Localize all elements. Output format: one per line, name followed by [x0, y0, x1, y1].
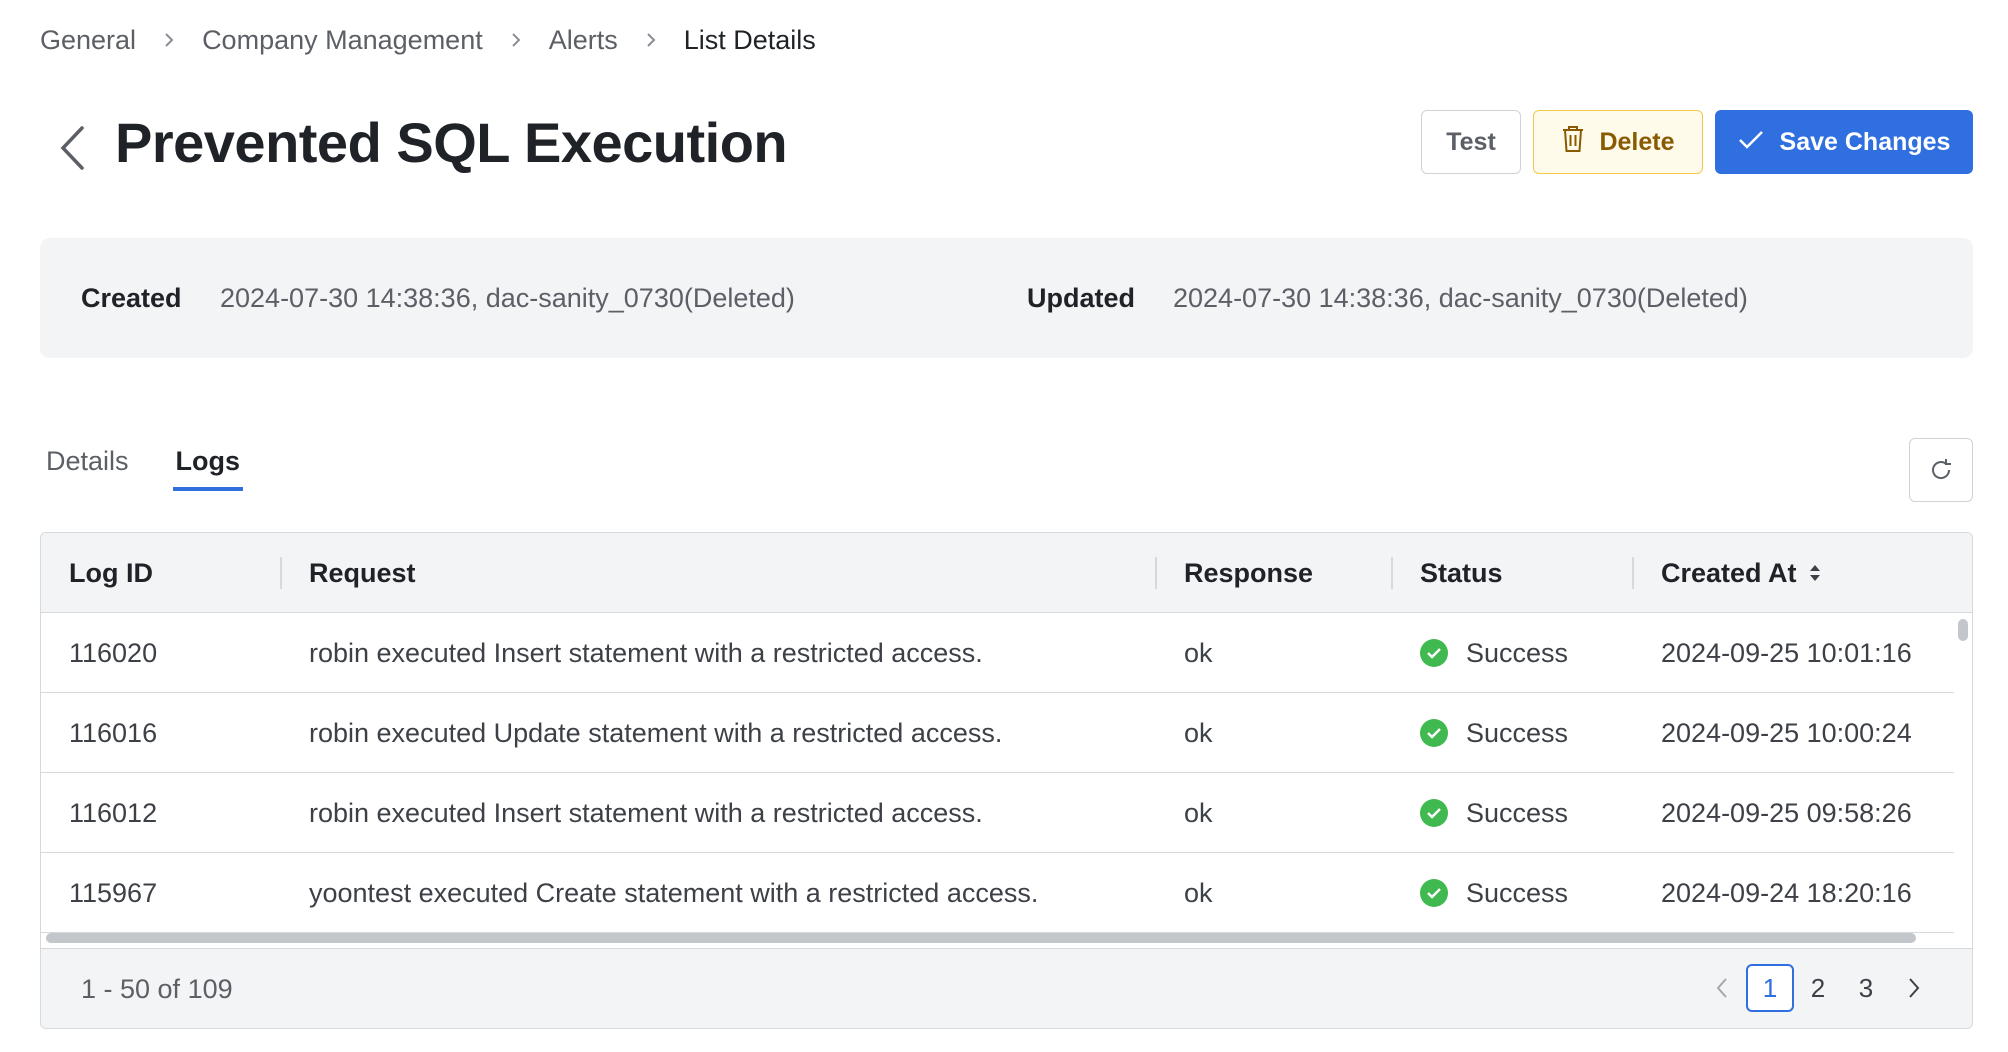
test-button[interactable]: Test: [1421, 110, 1521, 174]
success-check-icon: [1420, 639, 1448, 667]
page-button-1[interactable]: 1: [1746, 964, 1794, 1012]
vertical-scrollbar[interactable]: [1954, 613, 1972, 945]
chevron-left-icon: [1716, 978, 1727, 998]
cell-created-at: 2024-09-24 18:20:16: [1661, 877, 1912, 908]
sort-icon: [1809, 565, 1820, 581]
cell-log-id: 116016: [69, 717, 158, 748]
updated-label: Updated: [1027, 282, 1135, 313]
column-header-status: Status: [1420, 557, 1503, 588]
column-header-request: Request: [309, 557, 416, 588]
column-divider[interactable]: [1155, 557, 1157, 589]
previous-page-button[interactable]: [1698, 964, 1746, 1012]
success-check-icon: [1420, 799, 1448, 827]
page-button-2[interactable]: 2: [1794, 964, 1842, 1012]
table-row[interactable]: 116020 robin executed Insert statement wi…: [41, 613, 1956, 693]
chevron-right-icon: [509, 31, 523, 49]
created-label: Created: [81, 282, 182, 313]
cell-status: Success: [1420, 693, 1568, 773]
cell-status: Success: [1420, 773, 1568, 853]
cell-request: robin executed Insert statement with a r…: [309, 797, 983, 828]
status-text: Success: [1466, 797, 1569, 828]
page-button-3[interactable]: 3: [1842, 964, 1890, 1012]
trash-icon: [1561, 125, 1585, 160]
next-page-button[interactable]: [1890, 964, 1938, 1012]
breadcrumb-item-company-management[interactable]: Company Management: [202, 25, 483, 56]
refresh-button[interactable]: [1909, 438, 1973, 502]
cell-response: ok: [1184, 877, 1213, 908]
status-text: Success: [1466, 717, 1569, 748]
tab-details[interactable]: Details: [46, 446, 129, 491]
save-changes-button-label: Save Changes: [1779, 127, 1951, 156]
tab-bar: Details Logs: [46, 446, 244, 491]
page-title: Prevented SQL Execution: [115, 111, 788, 174]
cell-response: ok: [1184, 637, 1213, 668]
breadcrumb: General Company Management Alerts List D…: [40, 20, 816, 60]
success-check-icon: [1420, 719, 1448, 747]
cell-response: ok: [1184, 717, 1213, 748]
delete-button[interactable]: Delete: [1533, 110, 1703, 174]
column-divider[interactable]: [1632, 557, 1634, 589]
chevron-left-icon: [60, 126, 84, 170]
header-actions: Test Delete Save Changes: [1421, 110, 1973, 174]
chevron-right-icon: [644, 31, 658, 49]
back-button[interactable]: [52, 120, 92, 176]
refresh-icon: [1932, 459, 1951, 479]
updated-value: 2024-07-30 14:38:36, dac-sanity_0730(Del…: [1173, 282, 1748, 313]
table-row[interactable]: 116016 robin executed Update statement wi…: [41, 693, 1956, 773]
column-header-created-at[interactable]: Created At: [1661, 533, 1821, 613]
pagination-range: 1 - 50 of 109: [81, 973, 233, 1004]
delete-button-label: Delete: [1599, 127, 1675, 156]
column-header-log-id: Log ID: [69, 557, 153, 588]
cell-created-at: 2024-09-25 09:58:26: [1661, 797, 1912, 828]
cell-status: Success: [1420, 613, 1568, 693]
cell-log-id: 116012: [69, 797, 158, 828]
check-icon: [1738, 128, 1764, 157]
column-header-created-at-label: Created At: [1661, 557, 1797, 588]
cell-status: Success: [1420, 853, 1568, 933]
meta-info-panel: Created 2024-07-30 14:38:36, dac-sanity_…: [40, 238, 1973, 358]
success-check-icon: [1420, 879, 1448, 907]
cell-created-at: 2024-09-25 10:00:24: [1661, 717, 1912, 748]
cell-log-id: 116020: [69, 637, 158, 668]
cell-request: yoontest executed Create statement with …: [309, 877, 1039, 908]
cell-request: robin executed Insert statement with a r…: [309, 637, 983, 668]
status-text: Success: [1466, 877, 1569, 908]
cell-response: ok: [1184, 797, 1213, 828]
table-header: Log ID Request Response Status Created A…: [41, 533, 1972, 613]
pagination: 1 2 3: [1698, 964, 1938, 1012]
created-value: 2024-07-30 14:38:36, dac-sanity_0730(Del…: [220, 282, 795, 313]
column-divider[interactable]: [1391, 557, 1393, 589]
table-footer: 1 - 50 of 109 1 2 3: [41, 948, 1972, 1028]
cell-created-at: 2024-09-25 10:01:16: [1661, 637, 1912, 668]
breadcrumb-current: List Details: [683, 24, 816, 55]
tab-logs[interactable]: Logs: [172, 446, 244, 491]
breadcrumb-item-alerts[interactable]: Alerts: [549, 25, 618, 56]
table-row[interactable]: 115967 yoontest executed Create statement…: [41, 853, 1956, 933]
logs-table: Log ID Request Response Status Created A…: [40, 532, 1973, 1029]
cell-log-id: 115967: [69, 877, 158, 908]
horizontal-scrollbar-thumb[interactable]: [46, 933, 1916, 943]
status-text: Success: [1466, 637, 1569, 668]
save-changes-button[interactable]: Save Changes: [1715, 110, 1973, 174]
chevron-right-icon: [1909, 978, 1920, 998]
test-button-label: Test: [1446, 127, 1496, 156]
column-header-response: Response: [1184, 557, 1314, 588]
chevron-right-icon: [162, 31, 176, 49]
breadcrumb-item-general[interactable]: General: [40, 25, 136, 56]
cell-request: robin executed Update statement with a r…: [309, 717, 1003, 748]
vertical-scrollbar-thumb[interactable]: [1958, 619, 1968, 641]
column-divider[interactable]: [280, 557, 282, 589]
table-row[interactable]: 116012 robin executed Insert statement wi…: [41, 773, 1956, 853]
